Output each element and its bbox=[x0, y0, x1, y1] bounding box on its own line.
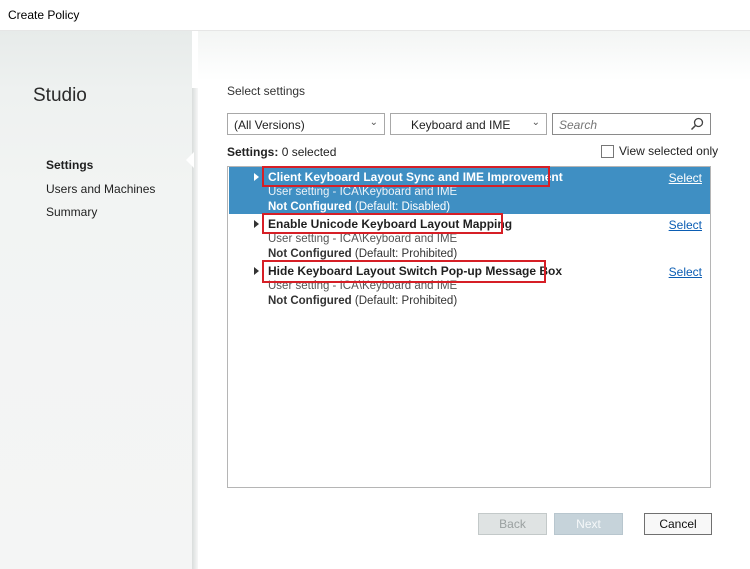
setting-scope: User setting - ICA\Keyboard and IME bbox=[268, 233, 458, 245]
setting-status-state: Not Configured bbox=[268, 295, 352, 307]
create-policy-window: Create Policy Studio Settings Users and … bbox=[0, 0, 750, 569]
version-filter-dropdown[interactable]: (All Versions) ⌄ bbox=[227, 113, 385, 135]
view-selected-only-checkbox[interactable] bbox=[601, 144, 614, 158]
back-button[interactable]: Back bbox=[478, 513, 547, 535]
select-link[interactable]: Select bbox=[669, 218, 702, 232]
chevron-down-icon: ⌄ bbox=[369, 117, 378, 128]
expand-arrow-icon[interactable] bbox=[254, 267, 259, 275]
chevron-down-icon: ⌄ bbox=[531, 117, 540, 128]
section-title: Select settings bbox=[227, 84, 306, 98]
setting-scope: User setting - ICA\Keyboard and IME bbox=[268, 186, 458, 198]
settings-count-value: 0 selected bbox=[281, 145, 337, 159]
highlight-annotation bbox=[262, 260, 546, 283]
settings-selected-count: Settings: 0 selected bbox=[227, 145, 336, 159]
wizard-sidebar: Studio bbox=[0, 31, 192, 569]
select-link[interactable]: Select bbox=[669, 171, 702, 185]
setting-status-default: (Default: Prohibited) bbox=[354, 248, 458, 260]
highlight-annotation bbox=[262, 166, 550, 187]
setting-status: Not Configured (Default: Prohibited) bbox=[268, 248, 457, 260]
cancel-button[interactable]: Cancel bbox=[644, 513, 712, 535]
sidebar-item-summary[interactable]: Summary bbox=[46, 205, 97, 219]
setting-status-default: (Default: Disabled) bbox=[354, 201, 451, 213]
sidebar-item-users-and-machines[interactable]: Users and Machines bbox=[46, 182, 155, 196]
active-step-indicator bbox=[186, 152, 194, 168]
setting-status-state: Not Configured bbox=[268, 248, 352, 260]
settings-label: Settings: bbox=[227, 145, 279, 159]
setting-status: Not Configured (Default: Prohibited) bbox=[268, 295, 457, 307]
expand-arrow-icon[interactable] bbox=[254, 220, 259, 228]
category-filter-dropdown[interactable]: Keyboard and IME ⌄ bbox=[390, 113, 547, 135]
version-filter-value: (All Versions) bbox=[234, 118, 305, 132]
search-input[interactable] bbox=[557, 116, 689, 134]
setting-status-state: Not Configured bbox=[268, 201, 352, 213]
search-icon[interactable] bbox=[690, 117, 704, 131]
setting-status-default: (Default: Prohibited) bbox=[354, 295, 458, 307]
next-button[interactable]: Next bbox=[554, 513, 623, 535]
category-filter-value: Keyboard and IME bbox=[411, 118, 511, 132]
select-link[interactable]: Select bbox=[669, 265, 702, 279]
setting-status: Not Configured (Default: Disabled) bbox=[268, 201, 450, 213]
title-bar: Create Policy bbox=[0, 0, 750, 31]
highlight-annotation bbox=[262, 213, 503, 234]
window-title: Create Policy bbox=[8, 8, 80, 22]
app-name: Studio bbox=[33, 85, 87, 106]
view-selected-only-label: View selected only bbox=[619, 144, 719, 158]
search-box[interactable] bbox=[552, 113, 711, 135]
sidebar-item-settings[interactable]: Settings bbox=[46, 158, 93, 172]
expand-arrow-icon[interactable] bbox=[254, 173, 259, 181]
view-selected-only-option[interactable]: View selected only bbox=[601, 144, 718, 158]
